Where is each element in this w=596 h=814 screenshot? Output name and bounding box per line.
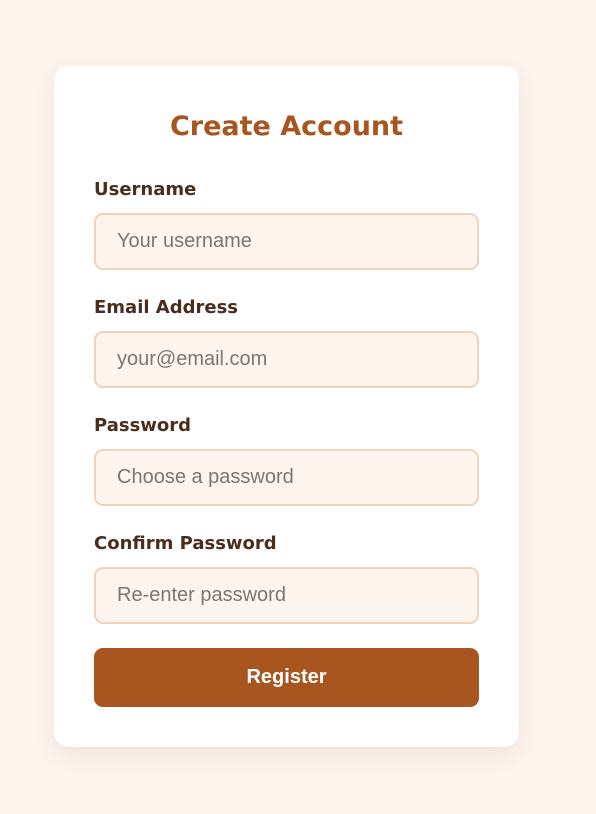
- password-label: Password: [94, 415, 192, 436]
- username-label: Username: [94, 179, 197, 200]
- register-button[interactable]: Register: [94, 648, 479, 707]
- confirm-password-label: Confirm Password: [94, 533, 277, 554]
- register-card: Create Account Username Email Address Pa…: [54, 66, 519, 747]
- form-title: Create Account: [169, 111, 404, 142]
- confirm-password-input[interactable]: [94, 567, 479, 624]
- password-input[interactable]: [94, 449, 479, 506]
- email-input[interactable]: [94, 331, 479, 388]
- email-label: Email Address: [94, 297, 239, 318]
- username-input[interactable]: [94, 213, 479, 270]
